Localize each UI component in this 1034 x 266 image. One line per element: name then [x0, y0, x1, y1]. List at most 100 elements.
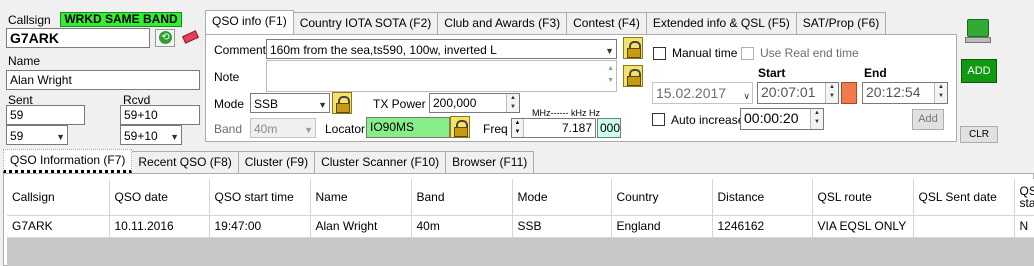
rcvd-select[interactable]: 59+10 ▼ [120, 125, 182, 145]
sent-select[interactable]: 59 ▼ [6, 125, 68, 145]
tab-recent-qso[interactable]: Recent QSO (F8) [131, 151, 239, 173]
column-header[interactable]: QSL route [812, 179, 914, 216]
tab-qso-information[interactable]: QSO Information (F7) [3, 149, 133, 173]
column-header[interactable]: QSL status [1014, 179, 1034, 216]
table-row[interactable]: G7ARK 10.11.2016 19:47:00 Alan Wright 40… [7, 215, 1034, 238]
table-cell: 10.11.2016 [109, 215, 210, 238]
clr-button[interactable]: CLR [960, 126, 998, 143]
tab-cluster-scanner[interactable]: Cluster Scanner (F10) [314, 151, 447, 173]
column-header[interactable]: Callsign [7, 179, 110, 216]
date-value: 15.02.2017 [656, 85, 727, 101]
column-header[interactable]: QSO start time [209, 179, 311, 216]
tab-cluster[interactable]: Cluster (F9) [237, 151, 316, 173]
chevron-down-icon: ▼ [605, 46, 614, 56]
tx-power-input[interactable]: 200,000 ▲ ▼ [429, 93, 520, 113]
eraser-icon [182, 30, 199, 44]
tx-power-value: 200,000 [433, 96, 477, 110]
auto-increase-input[interactable]: 00:00:20 ▲ ▼ [740, 108, 824, 130]
spin-arrows-icon: ▲ ▼ [506, 94, 519, 112]
name-label: Name [8, 54, 41, 68]
chevron-down-icon: ∨ [743, 91, 750, 101]
save-to-log-button[interactable] [964, 15, 992, 45]
chevron-down-icon: ▼ [318, 100, 327, 110]
tab-browser[interactable]: Browser (F11) [445, 151, 535, 173]
table-cell: 1246162 [712, 215, 813, 238]
rcvd-select-value: 59+10 [124, 129, 158, 143]
eraser-button[interactable] [181, 30, 200, 45]
mode-select[interactable]: SSB ▼ [250, 93, 330, 113]
sent-select-value: 59 [10, 129, 24, 143]
manual-time-label: Manual time [672, 46, 738, 60]
tab-extended-info-qsl[interactable]: Extended info & QSL (F5) [645, 12, 797, 34]
column-header[interactable]: Band [411, 179, 513, 216]
qso-table-container: Callsign QSO date QSO start time Name Ba… [7, 179, 1034, 266]
tray-icon [965, 37, 991, 43]
freq-label: Freq [483, 122, 508, 136]
date-picker[interactable]: 15.02.2017 ∨ [652, 82, 753, 104]
add-time-button[interactable]: Add [912, 109, 944, 130]
freq-input[interactable]: ▲ ▼ 7.187 [511, 118, 596, 138]
end-time-value: 20:12:54 [866, 84, 921, 100]
tab-qso-info[interactable]: QSO info (F1) [205, 10, 294, 34]
scroll-arrows-icon: ▲ ▼ [607, 65, 614, 84]
end-time-input[interactable]: 20:12:54 ▲ ▼ [862, 82, 948, 104]
auto-increase-checkbox[interactable] [652, 113, 665, 126]
time-sync-button[interactable] [841, 82, 857, 104]
start-label: Start [758, 66, 786, 80]
mode-label: Mode [214, 97, 245, 111]
manual-time-checkbox[interactable] [653, 47, 666, 60]
table-cell: G7ARK [7, 215, 110, 238]
tab-club-awards[interactable]: Club and Awards (F3) [437, 12, 568, 34]
sent-input[interactable]: 59 [6, 105, 85, 125]
column-header[interactable]: QSO date [109, 179, 210, 216]
locator-lock-icon[interactable] [450, 116, 470, 138]
start-time-value: 20:07:01 [761, 84, 816, 100]
comment-label: Comment [214, 43, 267, 57]
start-time-input[interactable]: 20:07:01 ▲ ▼ [757, 82, 839, 104]
comment-input[interactable]: 160m from the sea,ts590, 100w, inverted … [266, 39, 617, 59]
green-disk-icon [967, 19, 989, 37]
table-cell: N [1014, 215, 1034, 238]
locator-label: Locator [325, 122, 366, 136]
column-header[interactable]: QSL Sent date [913, 179, 1015, 216]
tab-contest[interactable]: Contest (F4) [566, 12, 647, 34]
table-cell: England [611, 215, 713, 238]
mode-value: SSB [254, 97, 279, 111]
table-cell: VIA EQSL ONLY [812, 215, 914, 238]
freq-unit-label: MHz------ kHz Hz [532, 108, 600, 118]
real-end-label: Use Real end time [760, 46, 859, 60]
column-header[interactable]: Country [611, 179, 713, 216]
tab-country-iota-sota[interactable]: Country IOTA SOTA (F2) [292, 12, 439, 34]
comment-value: 160m from the sea,ts590, 100w, inverted … [270, 43, 497, 57]
table-header-row: Callsign QSO date QSO start time Name Ba… [7, 179, 1034, 216]
mode-lock-icon[interactable] [332, 92, 352, 114]
band-select[interactable]: 40m ▼ [250, 118, 316, 138]
band-label: Band [214, 122, 243, 136]
note-label: Note [214, 70, 240, 84]
tab-sat-prop[interactable]: SAT/Prop (F6) [795, 12, 887, 34]
real-end-checkbox[interactable] [741, 47, 754, 60]
refresh-lookup-button[interactable]: ⟲ [155, 29, 175, 47]
add-button[interactable]: ADD [961, 59, 997, 83]
column-header[interactable]: Mode [512, 179, 612, 216]
comment-lock-icon[interactable] [623, 37, 643, 59]
note-textarea[interactable]: ▲ ▼ [266, 60, 617, 92]
spin-arrows-icon: ▲ ▼ [810, 109, 823, 129]
note-lock-icon[interactable] [623, 65, 643, 87]
column-header[interactable]: Name [310, 179, 412, 216]
spin-arrows-icon: ▲ ▼ [825, 83, 838, 103]
column-header[interactable]: Distance [712, 179, 813, 216]
auto-increase-value: 00:00:20 [744, 110, 799, 126]
end-label: End [864, 66, 887, 80]
wrkd-same-band-badge: WRKD SAME BAND [60, 12, 182, 27]
callsign-input[interactable]: G7ARK [6, 28, 150, 48]
freq-hz-input[interactable]: 000 [597, 118, 621, 138]
chevron-down-icon: ▼ [170, 132, 179, 142]
table-cell: 19:47:00 [209, 215, 311, 238]
chevron-down-icon: ▼ [56, 132, 65, 142]
table-cell: 40m [411, 215, 513, 238]
name-input[interactable]: Alan Wright [6, 70, 200, 90]
rcvd-input[interactable]: 59+10 [120, 105, 200, 125]
table-cell: Alan Wright [310, 215, 412, 238]
locator-input[interactable]: IO90MS [366, 117, 450, 138]
